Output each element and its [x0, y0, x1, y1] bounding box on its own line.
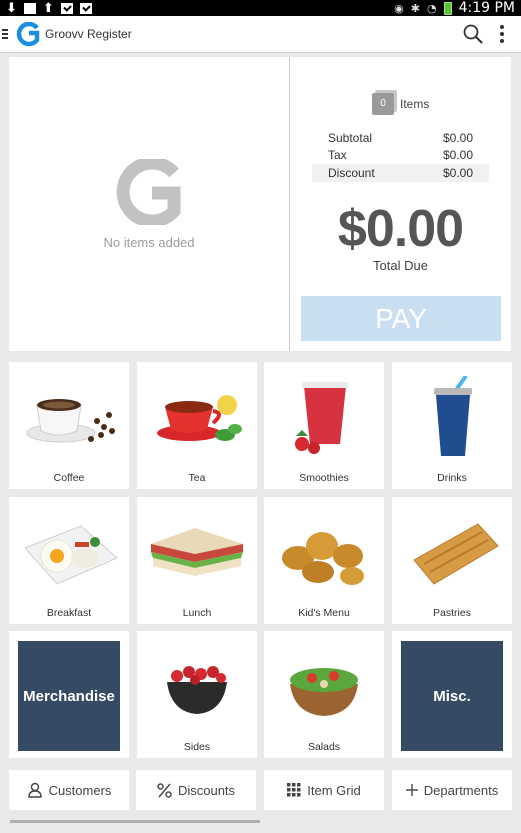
sandwich-image — [142, 507, 252, 599]
cart-items-panel: No items added — [9, 57, 289, 351]
pastry-image — [397, 507, 507, 599]
app-bar: Groovv Register — [0, 16, 521, 53]
total-due-label: Total Due — [373, 258, 428, 273]
bluetooth-icon: ✱ — [410, 1, 420, 15]
discounts-label: Discounts — [177, 782, 236, 798]
coffee-image — [14, 372, 124, 464]
plus-icon — [405, 784, 418, 796]
category-label: Tea — [188, 472, 206, 484]
horizontal-scrollbar[interactable] — [10, 820, 260, 823]
category-label: Salads — [307, 741, 341, 753]
category-label: Coffee — [53, 472, 85, 484]
category-lunch[interactable]: Lunch — [137, 497, 257, 624]
search-icon[interactable] — [461, 22, 485, 46]
category-salads[interactable]: Salads — [264, 631, 384, 758]
groovv-logo — [16, 22, 40, 46]
item-grid-button[interactable]: Item Grid — [264, 770, 384, 810]
category-label: Kid's Menu — [298, 607, 350, 619]
category-misc[interactable]: Misc. — [392, 631, 512, 758]
battery-icon — [443, 1, 452, 15]
clock: 4:19 PM — [458, 0, 515, 16]
totals-table: Subtotal $0.00 Tax $0.00 Discount $0.00 — [312, 129, 489, 182]
status-bar: ⬇ ⬆ ◉ ✱ ◔ 4:19 PM — [0, 0, 521, 16]
cart-summary-panel: 0 Items Subtotal $0.00 Tax $0.00 Discoun… — [290, 57, 511, 351]
groovv-watermark-logo — [116, 158, 181, 225]
category-breakfast[interactable]: Breakfast — [9, 497, 129, 624]
mail-icon — [23, 2, 36, 14]
discounts-button[interactable]: Discounts — [136, 770, 256, 810]
drink-image — [397, 372, 507, 464]
departments-label: Departments — [423, 782, 499, 798]
category-smoothies[interactable]: Smoothies — [264, 362, 384, 489]
more-vert-icon[interactable] — [499, 25, 505, 43]
percent-icon — [157, 782, 172, 798]
empty-cart-text: No items added — [103, 234, 195, 250]
salad-bowl-image — [269, 641, 379, 733]
wifi-icon: ◔ — [426, 1, 437, 15]
merchandise-tile: Merchandise — [18, 641, 120, 751]
category-label: Breakfast — [46, 607, 92, 619]
category-label: Lunch — [182, 607, 212, 619]
item-grid-label: Item Grid — [307, 782, 361, 798]
eye-icon: ◉ — [394, 1, 404, 15]
tax-label: Tax — [328, 148, 347, 163]
discount-label: Discount — [328, 165, 375, 180]
upload-icon: ⬆ — [42, 0, 54, 16]
subtotal-value: $0.00 — [442, 130, 473, 145]
category-sides[interactable]: Sides — [137, 631, 257, 758]
category-merchandise[interactable]: Merchandise — [9, 631, 129, 758]
subtotal-label: Subtotal — [328, 130, 373, 145]
misc-tile: Misc. — [401, 641, 503, 751]
tax-value: $0.00 — [442, 148, 473, 163]
category-pastries[interactable]: Pastries — [392, 497, 512, 624]
item-count-row: 0 Items — [372, 93, 429, 115]
tea-image — [142, 372, 252, 464]
check-icon — [79, 2, 92, 14]
berries-bowl-image — [142, 641, 252, 733]
category-label: Smoothies — [299, 472, 349, 484]
pay-button[interactable]: PAY — [301, 296, 501, 341]
customers-button[interactable]: Customers — [9, 770, 129, 810]
category-label: Drinks — [437, 472, 467, 484]
total-amount: $0.00 — [337, 200, 464, 258]
discount-value: $0.00 — [442, 165, 473, 180]
smoothie-image — [269, 372, 379, 464]
subtotal-row: Subtotal $0.00 — [312, 129, 489, 147]
grid-icon — [287, 783, 301, 797]
nuggets-image — [269, 507, 379, 599]
tax-row: Tax $0.00 — [312, 147, 489, 165]
category-coffee[interactable]: Coffee — [9, 362, 129, 489]
item-count-badge: 0 — [372, 93, 394, 115]
category-label: Sides — [183, 741, 211, 753]
items-label: Items — [400, 97, 430, 111]
customers-label: Customers — [48, 782, 112, 798]
app-title: Groovv Register — [45, 27, 132, 41]
download-icon: ⬇ — [6, 0, 17, 16]
category-tea[interactable]: Tea — [137, 362, 257, 489]
departments-button[interactable]: Departments — [392, 770, 512, 810]
breakfast-image — [14, 507, 124, 599]
category-kids-menu[interactable]: Kid's Menu — [264, 497, 384, 624]
person-icon — [27, 782, 42, 798]
discount-row[interactable]: Discount $0.00 — [312, 164, 489, 182]
category-drinks[interactable]: Drinks — [392, 362, 512, 489]
category-label: Pastries — [433, 607, 471, 619]
check-icon — [60, 2, 73, 14]
menu-icon[interactable] — [2, 29, 12, 39]
